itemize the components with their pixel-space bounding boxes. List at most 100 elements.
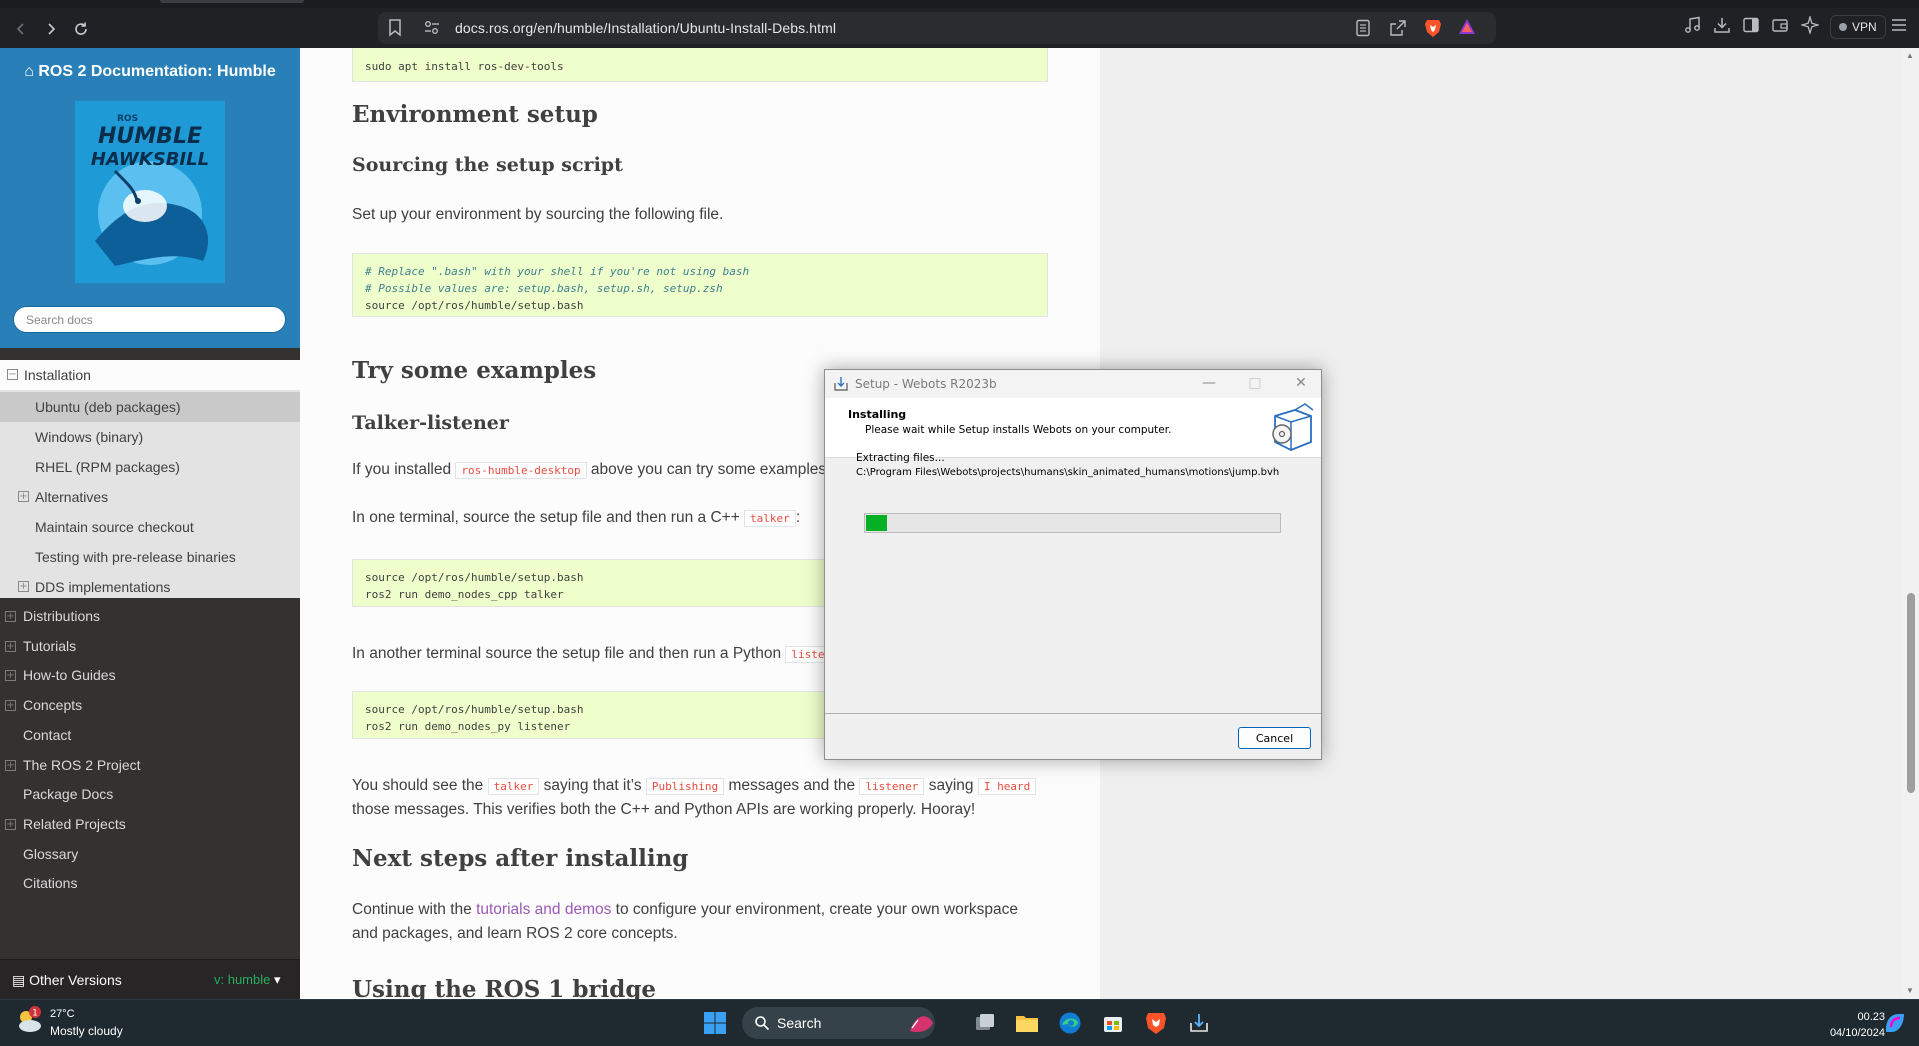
clock[interactable]: 00.23 04/10/2024 <box>1830 1009 1885 1041</box>
minimize-icon[interactable]: — <box>1199 373 1219 393</box>
file-explorer-button[interactable] <box>1012 1008 1042 1038</box>
folder-icon <box>1016 1016 1038 1032</box>
expand-icon[interactable]: + <box>5 670 16 682</box>
windows-logo-icon <box>704 1012 726 1034</box>
inline-code: talker <box>744 510 796 527</box>
taskbar-search[interactable]: Search <box>742 1007 935 1039</box>
leo-ai-icon[interactable] <box>1801 16 1819 34</box>
toc-subitem[interactable]: Ubuntu (deb packages) <box>0 392 300 422</box>
menu-icon[interactable] <box>1890 16 1908 34</box>
install-box-icon <box>1272 403 1314 451</box>
search-docs-input[interactable] <box>13 306 286 333</box>
expand-icon[interactable]: + <box>5 640 16 652</box>
inline-code: I heard <box>977 778 1037 795</box>
brave-rewards-icon[interactable] <box>1458 18 1476 36</box>
scroll-up-icon[interactable]: ▲ <box>1906 51 1914 60</box>
dialog-title: Setup - Webots R2023b <box>855 377 997 391</box>
back-button[interactable] <box>8 16 34 42</box>
wallet-icon[interactable] <box>1771 16 1789 34</box>
cancel-button[interactable]: Cancel <box>1238 727 1311 749</box>
collapse-icon[interactable]: − <box>7 369 18 380</box>
expand-icon[interactable]: + <box>18 491 29 502</box>
text: : <box>795 509 801 526</box>
toc-installation[interactable]: − Installation <box>0 360 300 390</box>
share-icon[interactable] <box>1389 19 1407 37</box>
time: 00.23 <box>1857 1011 1885 1023</box>
toc-item[interactable]: + How-to Guides <box>0 661 300 690</box>
edge-button[interactable] <box>1055 1008 1085 1038</box>
expand-icon[interactable]: + <box>5 700 16 712</box>
toc-item[interactable]: + The ROS 2 Project <box>0 751 300 780</box>
expand-icon[interactable]: + <box>5 818 16 830</box>
versions-footer[interactable]: ▤ Other Versions v: humble ▾ <box>0 959 300 999</box>
reader-mode-icon[interactable] <box>1355 19 1371 37</box>
toc-subitem[interactable]: Testing with pre-release binaries <box>0 542 300 572</box>
toc-subitem[interactable]: Maintain source checkout <box>0 512 300 542</box>
webots-setup-dialog: Setup - Webots R2023b — □ ✕ Installing P… <box>824 369 1322 760</box>
installer-taskbar-button[interactable] <box>1184 1008 1214 1038</box>
copilot-button[interactable] <box>1880 1008 1910 1038</box>
toc-item-label: Contact <box>23 726 72 743</box>
site-settings-icon[interactable] <box>423 19 441 37</box>
toc-subitem[interactable]: + DDS implementations <box>0 572 300 602</box>
weather-widget[interactable]: 1 27°C Mostly cloudy <box>14 1006 123 1041</box>
edge-icon <box>1059 1012 1081 1034</box>
humble-hawksbill-logo[interactable]: ROS HUMBLE HAWKSBILL <box>75 101 225 283</box>
url-text[interactable]: docs.ros.org/en/humble/Installation/Ubun… <box>455 20 836 36</box>
expand-icon[interactable]: + <box>18 581 29 592</box>
toc-subitem[interactable]: + Alternatives <box>0 482 300 512</box>
forward-arrow-icon <box>48 23 56 35</box>
toc-subitem[interactable]: Windows (binary) <box>0 422 300 452</box>
text: In one terminal, source the setup file a… <box>352 509 745 526</box>
toc-item[interactable]: + Concepts <box>0 691 300 720</box>
toc-item[interactable]: Package Docs <box>0 780 300 809</box>
bookmark-icon[interactable] <box>388 19 402 37</box>
brave-taskbar-button[interactable] <box>1141 1008 1171 1038</box>
address-bar[interactable]: docs.ros.org/en/humble/Installation/Ubun… <box>378 12 1496 44</box>
code-line: ros2 run demo_nodes_cpp talker <box>365 588 564 601</box>
expand-icon[interactable]: + <box>5 611 16 622</box>
close-icon[interactable]: ✕ <box>1291 373 1311 393</box>
brave-shields-icon[interactable] <box>1424 18 1442 38</box>
tutorials-link[interactable]: tutorials and demos <box>476 901 611 918</box>
docs-home-link[interactable]: ⌂ ROS 2 Documentation: Humble <box>0 63 300 81</box>
page-scrollbar[interactable]: ▲ ▼ <box>1903 48 1919 999</box>
store-button[interactable] <box>1098 1008 1128 1038</box>
toc-item[interactable]: Glossary <box>0 840 300 869</box>
humble-logo-image: ROS HUMBLE HAWKSBILL <box>75 101 225 283</box>
inline-code: Publishing <box>645 778 725 795</box>
caret-down-icon: ▾ <box>274 972 281 987</box>
expand-icon[interactable]: + <box>5 759 16 771</box>
toc-item[interactable]: + Related Projects <box>0 810 300 839</box>
weather-condition: Mostly cloudy <box>50 1024 123 1038</box>
text: saying that it’s <box>539 777 646 794</box>
code-line: sudo apt install ros-dev-tools <box>365 60 564 73</box>
scrollbar-thumb[interactable] <box>1907 593 1915 793</box>
paragraph-one-terminal: In one terminal, source the setup file a… <box>352 506 800 531</box>
task-view-button[interactable] <box>970 1008 1000 1038</box>
vpn-button[interactable]: VPN <box>1830 15 1886 39</box>
media-icon[interactable] <box>1684 16 1702 34</box>
toc-item[interactable]: Contact <box>0 721 300 750</box>
toc-subitem[interactable]: RHEL (RPM packages) <box>0 452 300 482</box>
toc-item[interactable]: + Tutorials <box>0 632 300 661</box>
toc-item[interactable]: + Distributions <box>0 602 300 631</box>
other-versions-label: Other Versions <box>29 972 122 988</box>
scroll-down-icon[interactable]: ▼ <box>1906 986 1914 995</box>
reload-button[interactable] <box>68 16 94 42</box>
code-line: source /opt/ros/humble/setup.bash <box>365 571 584 584</box>
toc-subitem-label: Windows (binary) <box>35 429 144 445</box>
active-tab[interactable] <box>160 0 304 3</box>
code-line: source /opt/ros/humble/setup.bash <box>365 703 584 716</box>
paragraph-continue: Continue with the tutorials and demos to… <box>352 898 1018 922</box>
paragraph-another-terminal: In another terminal source the setup fil… <box>352 642 851 667</box>
downloads-icon[interactable] <box>1713 16 1731 34</box>
web-page: ⌂ ROS 2 Documentation: Humble ROS HUMBLE… <box>0 48 1919 999</box>
text: above you can try some examples <box>586 461 827 478</box>
sidebar-toggle-icon[interactable] <box>1742 16 1760 34</box>
start-button[interactable] <box>700 1008 730 1038</box>
forward-button[interactable] <box>38 16 64 42</box>
dialog-titlebar[interactable]: Setup - Webots R2023b — □ ✕ <box>825 370 1321 398</box>
toc-item[interactable]: Citations <box>0 869 300 898</box>
toc-subitem-label: Ubuntu (deb packages) <box>35 399 181 415</box>
